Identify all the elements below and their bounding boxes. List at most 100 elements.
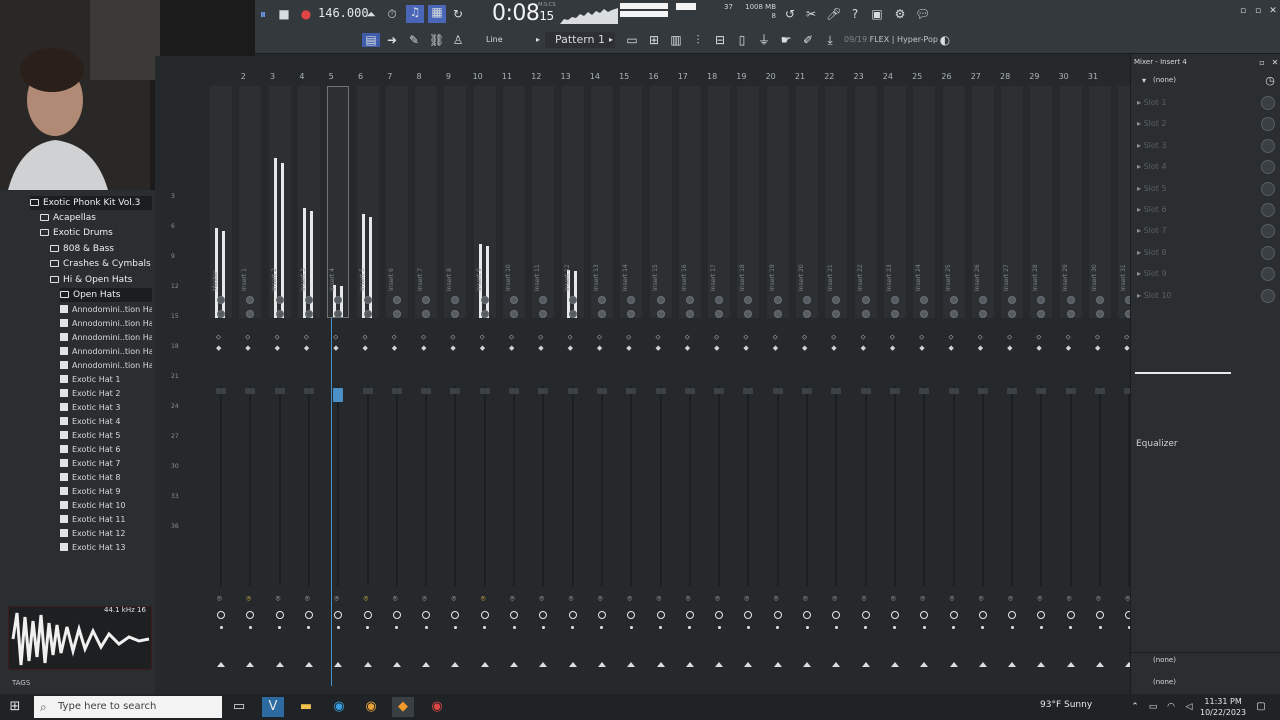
pan-icon[interactable]: ◆ — [978, 344, 983, 352]
close-icon[interactable]: ✕ — [1266, 4, 1280, 18]
mixer-strip[interactable]: Insert 4 ⬦ ◆ ⌾ — [325, 86, 351, 686]
pan-knob[interactable] — [949, 310, 958, 318]
stereo-separation-icon[interactable]: ⬦ — [802, 333, 807, 342]
browser-folder-item[interactable]: Exotic Drums — [40, 226, 152, 240]
edge-icon[interactable]: ◉ — [328, 697, 350, 717]
route-button[interactable] — [744, 611, 753, 619]
mixer-strip[interactable]: Insert 16 ⬦ ◆ ⌾ — [677, 86, 703, 686]
volume-fader-cap[interactable] — [303, 388, 314, 394]
mute-bulb-icon[interactable]: ⌾ — [276, 594, 281, 604]
record-arm-dot[interactable] — [981, 626, 985, 629]
stereo-separation-icon[interactable]: ⬦ — [656, 333, 661, 342]
effect-slot[interactable]: ▸ Slot 2 — [1137, 115, 1275, 133]
mixer-strip[interactable]: Insert 11 ⬦ ◆ ⌾ — [530, 86, 556, 686]
channel-rack-icon[interactable]: ⊞ — [647, 33, 661, 47]
slot-mix-knob[interactable] — [1261, 117, 1275, 132]
mute-bulb-icon[interactable]: ⌾ — [217, 594, 222, 604]
panel-close-icon[interactable]: ✕ — [1268, 56, 1280, 70]
mixer-strip[interactable]: Insert 1 ⬦ ◆ ⌾ — [237, 86, 263, 686]
volume-fader-track[interactable] — [249, 386, 252, 586]
send-arrow-icon[interactable] — [1066, 662, 1075, 667]
send-arrow-icon[interactable] — [597, 662, 606, 667]
mixer-strip[interactable]: Insert 2 ⬦ ◆ ⌾ — [267, 86, 293, 686]
effect-slot[interactable]: ▸ Slot 1 — [1137, 94, 1275, 112]
volume-fader-track[interactable] — [571, 386, 574, 586]
mute-bulb-icon[interactable]: ⌾ — [246, 594, 251, 604]
send-arrow-icon[interactable] — [1008, 662, 1017, 667]
pan-icon[interactable]: ◆ — [333, 344, 338, 352]
record-arm-dot[interactable] — [219, 626, 223, 629]
route-button[interactable] — [773, 611, 782, 619]
send-knob[interactable] — [773, 296, 782, 304]
stereo-separation-icon[interactable]: ⬦ — [304, 333, 309, 342]
mixer-strip[interactable]: Insert 13 ⬦ ◆ ⌾ — [589, 86, 615, 686]
volume-fader-track[interactable] — [747, 386, 750, 586]
volume-fader-track[interactable] — [630, 386, 633, 586]
mixer-strip[interactable]: Master ⬦ ◆ ⌾ — [208, 86, 234, 686]
record-arm-dot[interactable] — [571, 626, 575, 629]
route-button[interactable] — [715, 611, 724, 619]
effect-slot[interactable]: ▸ Slot 10 — [1137, 287, 1275, 305]
send-arrow-icon[interactable] — [978, 662, 987, 667]
volume-fader-cap[interactable] — [977, 388, 988, 394]
route-button[interactable] — [656, 611, 665, 619]
mixer-strip[interactable]: Insert 23 ⬦ ◆ ⌾ — [882, 86, 908, 686]
volume-fader-track[interactable] — [923, 386, 926, 586]
record-arm-dot[interactable] — [1039, 626, 1043, 629]
send-arrow-icon[interactable] — [392, 662, 401, 667]
send-arrow-icon[interactable] — [275, 662, 284, 667]
stereo-separation-icon[interactable]: ⬦ — [597, 333, 602, 342]
route-button[interactable] — [334, 611, 343, 619]
pan-icon[interactable]: ◆ — [392, 344, 397, 352]
pan-icon[interactable]: ◆ — [421, 344, 426, 352]
link-icon[interactable]: ⛓ — [429, 33, 444, 47]
volume-fader-cap[interactable] — [802, 388, 812, 394]
record-arm-dot[interactable] — [746, 626, 750, 629]
volume-fader-cap[interactable] — [1007, 388, 1018, 394]
send-arrow-icon[interactable] — [744, 662, 753, 667]
pan-icon[interactable]: ◆ — [1066, 344, 1071, 352]
pan-knob[interactable] — [1066, 310, 1075, 318]
send-knob[interactable] — [1066, 296, 1075, 304]
volume-fader-cap[interactable] — [1095, 388, 1105, 394]
record-arm-dot[interactable] — [1069, 626, 1073, 629]
song-mode-icon[interactable]: ♫ — [406, 5, 424, 23]
volume-fader-cap[interactable] — [567, 388, 578, 394]
flex-preset[interactable]: 09/19 FLEX | Hyper-Pop — [844, 35, 938, 44]
send-knob[interactable] — [685, 296, 694, 304]
route-button[interactable] — [597, 611, 606, 619]
pan-icon[interactable]: ◆ — [861, 344, 866, 352]
mute-bulb-icon[interactable]: ⌾ — [305, 594, 310, 604]
mixer-strip[interactable]: Insert 28 ⬦ ◆ ⌾ — [1028, 86, 1054, 686]
plugin-icon[interactable]: ⏚ — [757, 33, 771, 47]
stereo-separation-icon[interactable]: ⬦ — [509, 333, 514, 342]
volume-fader-cap[interactable] — [274, 388, 285, 394]
arrow-icon[interactable]: ➜ — [385, 33, 399, 47]
pan-icon[interactable]: ◆ — [626, 344, 631, 352]
send-knob[interactable] — [480, 296, 489, 304]
volume-fader-track[interactable] — [659, 386, 662, 586]
pan-icon[interactable]: ◆ — [363, 344, 368, 352]
pan-knob[interactable] — [510, 310, 518, 318]
send-knob[interactable] — [978, 296, 987, 304]
stereo-separation-icon[interactable]: ⬦ — [245, 333, 250, 342]
browser-file-item[interactable]: Annodomini..tion Hat 3 — [60, 331, 152, 345]
settings-icon[interactable]: ⚙ — [893, 7, 907, 21]
volume-fader-cap[interactable] — [684, 388, 695, 394]
stereo-separation-icon[interactable]: ⬦ — [363, 333, 368, 342]
record-arm-dot[interactable] — [659, 626, 662, 629]
mute-bulb-icon[interactable]: ⌾ — [451, 594, 456, 604]
pan-icon[interactable]: ◆ — [831, 344, 836, 352]
volume-fader-cap[interactable] — [1036, 388, 1047, 394]
browser-file-item[interactable]: Exotic Hat 13 — [60, 541, 152, 555]
route-button[interactable] — [304, 611, 313, 619]
effect-slot[interactable]: ▸ Slot 9 — [1137, 265, 1275, 283]
browser-folder-item[interactable]: Hi & Open Hats — [50, 273, 152, 287]
volume-fader-track[interactable] — [600, 386, 603, 586]
volume-fader-track[interactable] — [1040, 386, 1043, 586]
pan-icon[interactable]: ◆ — [656, 344, 661, 352]
send-arrow-icon[interactable] — [949, 662, 958, 667]
volume-fader-track[interactable] — [806, 386, 808, 586]
pan-icon[interactable]: ◆ — [597, 344, 602, 352]
effect-slot[interactable]: ▸ Slot 3 — [1137, 137, 1275, 155]
